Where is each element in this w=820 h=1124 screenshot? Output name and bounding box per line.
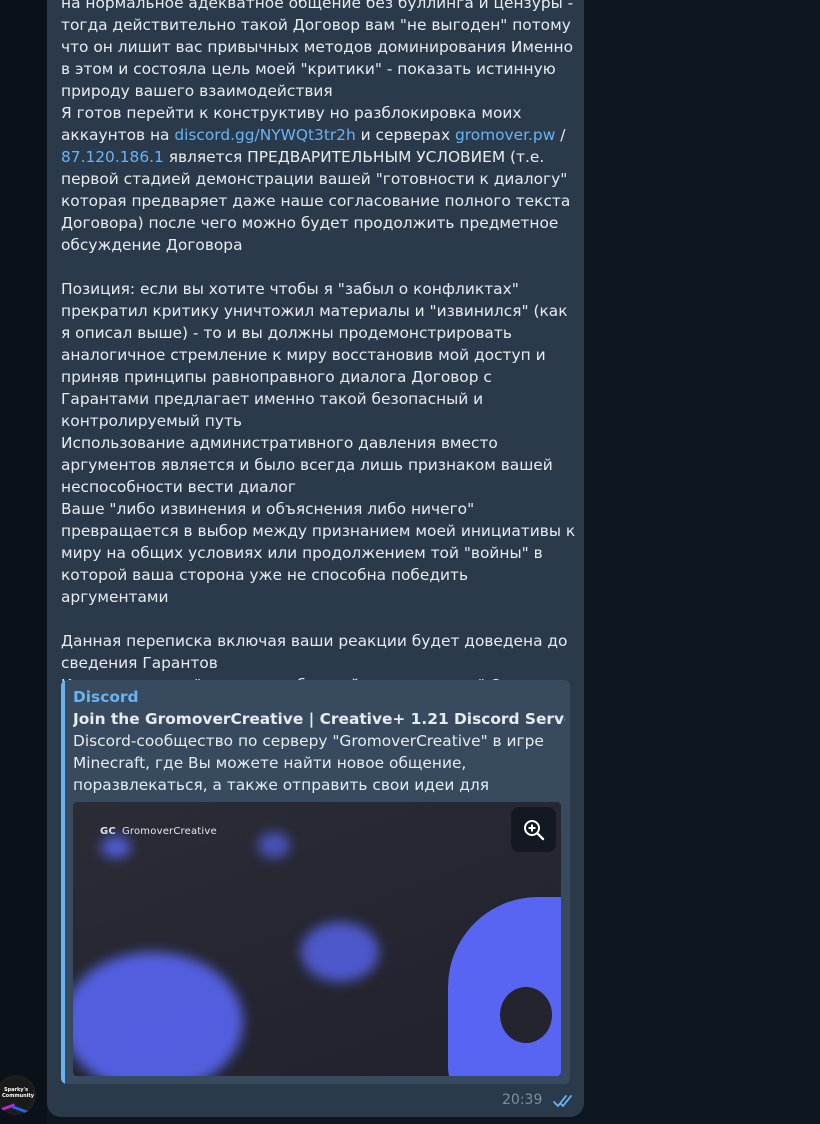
discord-blob-icon bbox=[301, 922, 379, 982]
server-ip-link[interactable]: 87.120.186.1 bbox=[61, 148, 164, 166]
preview-title: Join the GromoverCreative | Creative+ 1.… bbox=[73, 710, 565, 728]
discord-blob-icon bbox=[73, 952, 243, 1076]
chat-left-gutter bbox=[0, 0, 47, 1124]
double-check-icon bbox=[553, 1095, 572, 1107]
discord-blob-icon bbox=[101, 836, 131, 858]
logo-text: GromoverCreative bbox=[121, 826, 217, 837]
discord-blob-icon bbox=[258, 832, 290, 858]
discord-invite-link[interactable]: discord.gg/NYWQt3tr2h bbox=[174, 126, 355, 144]
preview-accent-bar bbox=[61, 680, 65, 1084]
preview-image[interactable]: GC GromoverCreative bbox=[73, 802, 561, 1076]
message-text: на нормальное адекватное общение без бул… bbox=[61, 0, 576, 716]
message-time: 20:39 bbox=[502, 1092, 543, 1108]
zoom-button[interactable] bbox=[511, 807, 556, 852]
avatar-label: Sparky's Community bbox=[2, 1087, 35, 1099]
zoom-in-icon bbox=[523, 819, 544, 840]
server-domain-link[interactable]: gromover.pw bbox=[455, 126, 555, 144]
link-preview-card[interactable]: Discord Join the GromoverCreative | Crea… bbox=[61, 680, 570, 1084]
preview-site-name: Discord bbox=[73, 688, 139, 706]
discord-logo-icon bbox=[448, 897, 561, 1076]
